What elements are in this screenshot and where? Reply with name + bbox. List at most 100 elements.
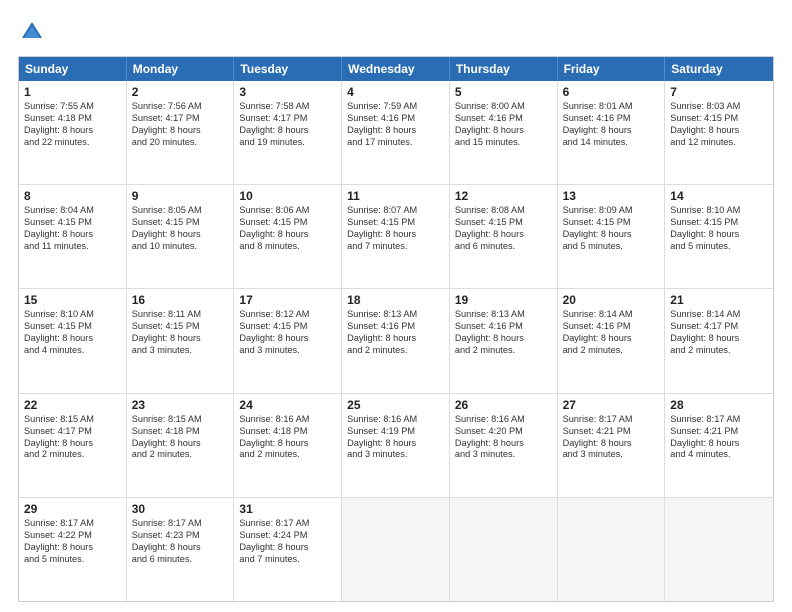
calendar: SundayMondayTuesdayWednesdayThursdayFrid…: [18, 56, 774, 602]
cell-line: Sunset: 4:17 PM: [24, 426, 121, 438]
calendar-cell: [558, 498, 666, 601]
cell-line: Daylight: 8 hours: [24, 229, 121, 241]
header-day-saturday: Saturday: [665, 57, 773, 81]
cell-line: Sunrise: 8:14 AM: [670, 309, 768, 321]
calendar-cell: 20Sunrise: 8:14 AMSunset: 4:16 PMDayligh…: [558, 289, 666, 392]
cell-line: and 2 minutes.: [24, 449, 121, 461]
cell-line: Sunrise: 8:01 AM: [563, 101, 660, 113]
cell-line: Daylight: 8 hours: [563, 125, 660, 137]
cell-line: Daylight: 8 hours: [347, 333, 444, 345]
day-number: 31: [239, 502, 336, 516]
day-number: 5: [455, 85, 552, 99]
cell-line: and 15 minutes.: [455, 137, 552, 149]
cell-line: Daylight: 8 hours: [455, 125, 552, 137]
cell-line: Sunset: 4:16 PM: [347, 321, 444, 333]
cell-line: Sunrise: 8:14 AM: [563, 309, 660, 321]
header-day-sunday: Sunday: [19, 57, 127, 81]
cell-line: Daylight: 8 hours: [24, 333, 121, 345]
cell-line: and 14 minutes.: [563, 137, 660, 149]
calendar-cell: 16Sunrise: 8:11 AMSunset: 4:15 PMDayligh…: [127, 289, 235, 392]
day-number: 13: [563, 189, 660, 203]
calendar-cell: 11Sunrise: 8:07 AMSunset: 4:15 PMDayligh…: [342, 185, 450, 288]
cell-line: Sunset: 4:15 PM: [132, 321, 229, 333]
logo: [18, 18, 50, 46]
cell-line: and 3 minutes.: [347, 449, 444, 461]
cell-line: Sunset: 4:16 PM: [563, 113, 660, 125]
cell-line: Sunrise: 8:05 AM: [132, 205, 229, 217]
cell-line: Sunrise: 8:13 AM: [347, 309, 444, 321]
cell-line: Sunset: 4:23 PM: [132, 530, 229, 542]
cell-line: Sunset: 4:18 PM: [24, 113, 121, 125]
calendar-cell: 22Sunrise: 8:15 AMSunset: 4:17 PMDayligh…: [19, 394, 127, 497]
day-number: 1: [24, 85, 121, 99]
cell-line: Daylight: 8 hours: [347, 125, 444, 137]
calendar-row-1: 1 Sunrise: 7:55 AMSunset: 4:18 PM Daylight…: [19, 81, 773, 184]
day-number: 17: [239, 293, 336, 307]
cell-line: Sunset: 4:15 PM: [239, 321, 336, 333]
cell-line: and 10 minutes.: [132, 241, 229, 253]
calendar-cell: 7Sunrise: 8:03 AMSunset: 4:15 PMDaylight…: [665, 81, 773, 184]
cell-line: and 8 minutes.: [239, 241, 336, 253]
cell-line: Sunrise: 8:03 AM: [670, 101, 768, 113]
cell-line: Sunset: 4:15 PM: [132, 217, 229, 229]
cell-line: Daylight: 8 hours: [670, 333, 768, 345]
cell-line: Sunrise: 8:15 AM: [132, 414, 229, 426]
calendar-cell: [342, 498, 450, 601]
cell-line: and 2 minutes.: [132, 449, 229, 461]
cell-line: Daylight: 8 hours: [132, 438, 229, 450]
cell-line: Sunrise: 8:09 AM: [563, 205, 660, 217]
cell-line: and 2 minutes.: [670, 345, 768, 357]
calendar-row-2: 8Sunrise: 8:04 AMSunset: 4:15 PMDaylight…: [19, 184, 773, 288]
cell-line: Daylight: 8 hours: [132, 542, 229, 554]
calendar-cell: [665, 498, 773, 601]
calendar-cell: 12Sunrise: 8:08 AMSunset: 4:15 PMDayligh…: [450, 185, 558, 288]
calendar-cell: 19Sunrise: 8:13 AMSunset: 4:16 PMDayligh…: [450, 289, 558, 392]
day-number: 7: [670, 85, 768, 99]
day-number: 9: [132, 189, 229, 203]
cell-line: Daylight: 8 hours: [455, 333, 552, 345]
cell-line: Sunset: 4:15 PM: [670, 113, 768, 125]
cell-line: Sunrise: 8:08 AM: [455, 205, 552, 217]
cell-line: Daylight: 8 hours: [563, 333, 660, 345]
cell-line: Daylight: 8 hours: [132, 229, 229, 241]
calendar-cell: 14Sunrise: 8:10 AMSunset: 4:15 PMDayligh…: [665, 185, 773, 288]
day-number: 30: [132, 502, 229, 516]
cell-line: and 3 minutes.: [132, 345, 229, 357]
logo-icon: [18, 18, 46, 46]
cell-line: Daylight: 8 hours: [563, 438, 660, 450]
day-number: 23: [132, 398, 229, 412]
cell-line: Sunset: 4:18 PM: [132, 426, 229, 438]
cell-line: Sunset: 4:17 PM: [132, 113, 229, 125]
cell-line: and 22 minutes.: [24, 137, 121, 149]
cell-line: and 17 minutes.: [347, 137, 444, 149]
day-number: 16: [132, 293, 229, 307]
calendar-cell: [450, 498, 558, 601]
header-day-thursday: Thursday: [450, 57, 558, 81]
calendar-cell: 31Sunrise: 8:17 AMSunset: 4:24 PMDayligh…: [234, 498, 342, 601]
day-number: 19: [455, 293, 552, 307]
cell-line: Daylight: 8 hours: [563, 229, 660, 241]
calendar-cell: 24Sunrise: 8:16 AMSunset: 4:18 PMDayligh…: [234, 394, 342, 497]
cell-line: and 4 minutes.: [670, 449, 768, 461]
calendar-cell: 1Sunrise: 7:55 AMSunset: 4:18 PMDaylight…: [19, 81, 127, 184]
calendar-cell: 26Sunrise: 8:16 AMSunset: 4:20 PMDayligh…: [450, 394, 558, 497]
cell-line: and 4 minutes.: [24, 345, 121, 357]
header-day-wednesday: Wednesday: [342, 57, 450, 81]
cell-line: and 2 minutes.: [347, 345, 444, 357]
cell-line: Sunset: 4:16 PM: [455, 113, 552, 125]
cell-line: and 3 minutes.: [563, 449, 660, 461]
calendar-cell: 25Sunrise: 8:16 AMSunset: 4:19 PMDayligh…: [342, 394, 450, 497]
cell-line: Daylight: 8 hours: [132, 125, 229, 137]
day-number: 29: [24, 502, 121, 516]
cell-line: Sunset: 4:15 PM: [670, 217, 768, 229]
day-number: 3: [239, 85, 336, 99]
header-day-tuesday: Tuesday: [234, 57, 342, 81]
cell-line: Sunset: 4:24 PM: [239, 530, 336, 542]
calendar-cell: 4Sunrise: 7:59 AMSunset: 4:16 PMDaylight…: [342, 81, 450, 184]
cell-line: Sunrise: 7:55 AM: [24, 101, 121, 113]
cell-line: Daylight: 8 hours: [670, 438, 768, 450]
day-number: 28: [670, 398, 768, 412]
cell-line: and 2 minutes.: [239, 449, 336, 461]
cell-line: Sunrise: 8:06 AM: [239, 205, 336, 217]
cell-line: and 19 minutes.: [239, 137, 336, 149]
